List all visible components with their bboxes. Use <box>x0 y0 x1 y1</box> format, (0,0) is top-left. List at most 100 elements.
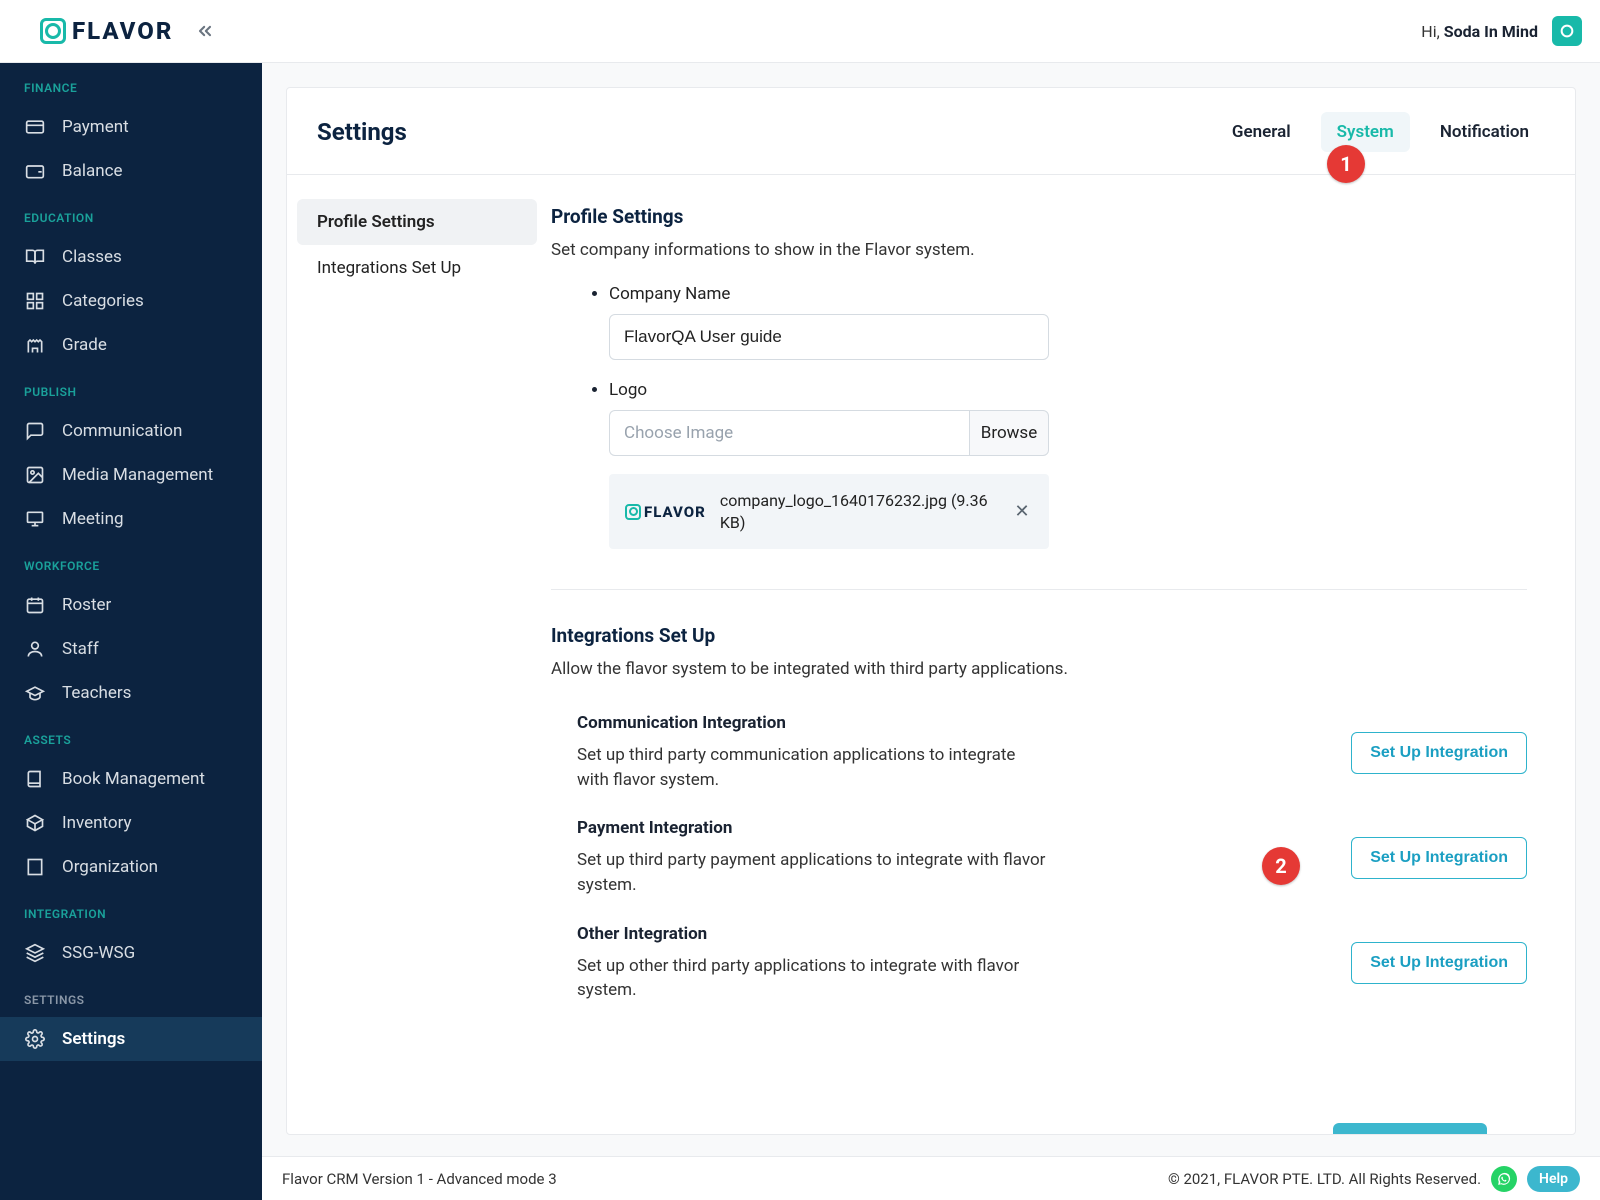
logo-mark-icon <box>40 18 66 44</box>
sidebar-item-ssg-wsg[interactable]: SSG-WSG <box>0 931 262 975</box>
save-settings-button[interactable]: Save settings <box>1333 1123 1487 1134</box>
sidebar-item-classes[interactable]: Classes <box>0 235 262 279</box>
sidebar-section-label: FINANCE <box>0 63 262 105</box>
company-name-label: Company Name <box>609 284 1527 304</box>
logo-mark-icon <box>625 504 641 520</box>
book-open-icon <box>24 246 46 268</box>
integrations-section-desc: Allow the flavor system to be integrated… <box>551 659 1527 679</box>
tab-general[interactable]: General <box>1216 112 1307 152</box>
subnav-profile-settings[interactable]: Profile Settings <box>297 199 537 245</box>
sidebar-item-staff[interactable]: Staff <box>0 627 262 671</box>
user-avatar[interactable] <box>1552 16 1582 46</box>
integration-title: Other Integration <box>577 924 1311 944</box>
sidebar-section-label: EDUCATION <box>0 193 262 235</box>
tab-system[interactable]: System <box>1321 112 1410 152</box>
company-name-input[interactable] <box>609 314 1049 360</box>
logo-file-input[interactable]: Choose Image <box>609 410 969 456</box>
integration-other: Other Integration Set up other third par… <box>551 924 1527 1003</box>
presentation-icon <box>24 508 46 530</box>
sidebar-item-label: Grade <box>62 335 107 355</box>
sidebar: FINANCEPayment Balance EDUCATION Classes Cat… <box>0 63 262 1200</box>
integration-communication: Communication Integration Set up third p… <box>551 713 1527 792</box>
setup-other-button[interactable]: Set Up Integration <box>1351 942 1527 984</box>
settings-card: Settings General System Notification Pro… <box>286 87 1576 1135</box>
integration-desc: Set up third party communication applica… <box>577 743 1047 792</box>
gear-icon <box>24 1028 46 1050</box>
sidebar-item-settings[interactable]: Settings <box>0 1017 262 1061</box>
sidebar-item-label: Classes <box>62 247 122 267</box>
collapse-sidebar-icon[interactable] <box>195 21 215 41</box>
sidebar-item-grade[interactable]: Grade <box>0 323 262 367</box>
profile-section-desc: Set company informations to show in the … <box>551 240 1527 260</box>
annotation-marker-1: 1 <box>1327 145 1365 183</box>
sidebar-item-label: Roster <box>62 595 111 615</box>
topbar: FLAVOR Hi, Soda In Mind <box>0 0 1600 63</box>
calendar-icon <box>24 594 46 616</box>
settings-panel: Profile Settings Set company information… <box>547 175 1575 1134</box>
sidebar-item-label: Settings <box>62 1029 125 1049</box>
grid-icon <box>24 290 46 312</box>
divider <box>551 589 1527 590</box>
sidebar-item-label: Communication <box>62 421 182 441</box>
sidebar-item-label: Balance <box>62 161 123 181</box>
integration-title: Communication Integration <box>577 713 1311 733</box>
sidebar-item-meeting[interactable]: Meeting <box>0 497 262 541</box>
logo-label: Logo <box>609 380 1527 400</box>
brand-logo[interactable]: FLAVOR <box>40 17 173 45</box>
subnav-integrations-setup[interactable]: Integrations Set Up <box>297 245 537 291</box>
sidebar-item-teachers[interactable]: Teachers <box>0 671 262 715</box>
sidebar-item-label: Teachers <box>62 683 131 703</box>
uploaded-file-name: company_logo_1640176232.jpg (9.36 KB) <box>720 490 997 533</box>
main-area: Settings General System Notification Pro… <box>262 63 1600 1200</box>
sidebar-item-roster[interactable]: Roster <box>0 583 262 627</box>
whatsapp-icon[interactable] <box>1491 1166 1517 1192</box>
castle-icon <box>24 334 46 356</box>
sidebar-item-label: Categories <box>62 291 144 311</box>
settings-subnav: Profile Settings Integrations Set Up <box>287 175 547 1134</box>
profile-section-title: Profile Settings <box>551 205 1527 228</box>
sidebar-item-categories[interactable]: Categories <box>0 279 262 323</box>
integration-title: Payment Integration <box>577 818 1311 838</box>
integration-payment: Payment Integration Set up third party p… <box>551 818 1527 897</box>
integration-desc: Set up third party payment applications … <box>577 848 1047 897</box>
sidebar-section-label: SETTINGS <box>0 975 262 1017</box>
integration-desc: Set up other third party applications to… <box>577 954 1047 1003</box>
sidebar-section-label: PUBLISH <box>0 367 262 409</box>
remove-file-icon[interactable]: ✕ <box>1011 501 1033 522</box>
setup-communication-button[interactable]: Set Up Integration <box>1351 732 1527 774</box>
sidebar-item-payment[interactable]: Payment <box>0 105 262 149</box>
annotation-marker-2: 2 <box>1262 847 1300 885</box>
uploaded-file-thumb: FLAVOR <box>625 503 706 521</box>
sidebar-item-label: Media Management <box>62 465 213 485</box>
page-title: Settings <box>317 118 407 146</box>
sidebar-item-label: SSG-WSG <box>62 943 135 963</box>
sidebar-section-label: WORKFORCE <box>0 541 262 583</box>
chat-icon <box>24 420 46 442</box>
sidebar-item-label: Staff <box>62 639 99 659</box>
setup-payment-button[interactable]: Set Up Integration <box>1351 837 1527 879</box>
browse-button[interactable]: Browse <box>969 410 1049 456</box>
sidebar-item-book-management[interactable]: Book Management <box>0 757 262 801</box>
footer: Flavor CRM Version 1 - Advanced mode 3 ©… <box>262 1156 1600 1200</box>
sidebar-section-label: INTEGRATION <box>0 889 262 931</box>
card-icon <box>24 116 46 138</box>
sidebar-item-balance[interactable]: Balance <box>0 149 262 193</box>
sidebar-item-organization[interactable]: Organization <box>0 845 262 889</box>
sidebar-item-label: Organization <box>62 857 158 877</box>
sidebar-section-label: ASSETS <box>0 715 262 757</box>
sidebar-item-label: Inventory <box>62 813 132 833</box>
sidebar-item-label: Meeting <box>62 509 124 529</box>
sidebar-item-inventory[interactable]: Inventory <box>0 801 262 845</box>
tab-notification[interactable]: Notification <box>1424 112 1545 152</box>
sidebar-item-media-management[interactable]: Media Management <box>0 453 262 497</box>
sidebar-item-communication[interactable]: Communication <box>0 409 262 453</box>
help-button[interactable]: Help <box>1527 1166 1580 1192</box>
sidebar-item-label: Book Management <box>62 769 205 789</box>
book-icon <box>24 768 46 790</box>
user-icon <box>24 638 46 660</box>
layers-icon <box>24 942 46 964</box>
logo-file-placeholder: Choose Image <box>624 423 733 443</box>
media-icon <box>24 464 46 486</box>
footer-version: Flavor CRM Version 1 - Advanced mode 3 <box>282 1170 557 1188</box>
greeting-text: Hi, Soda In Mind <box>1421 22 1538 41</box>
